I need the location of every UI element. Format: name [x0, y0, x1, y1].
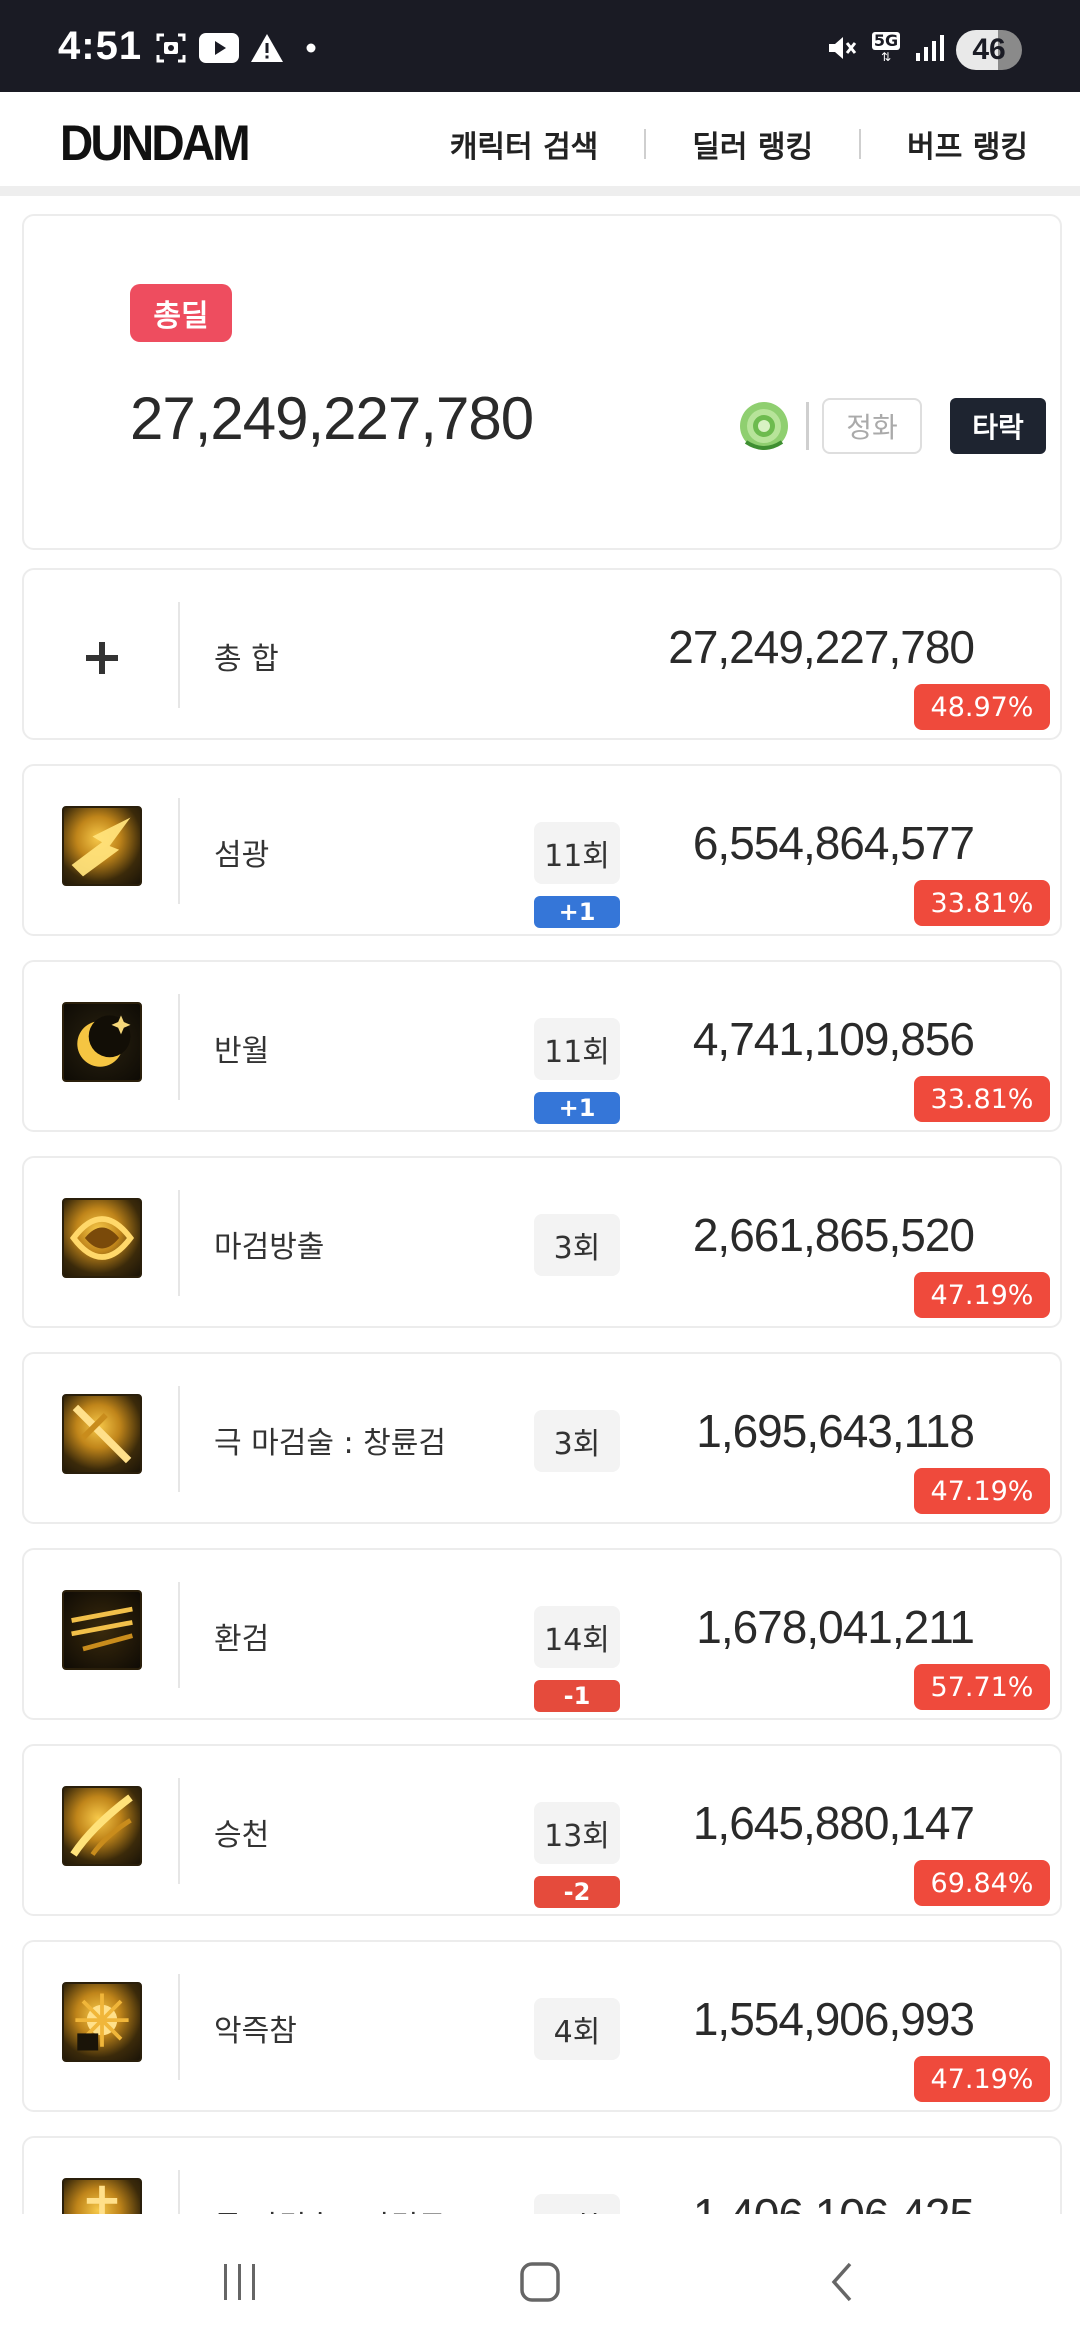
total-damage-card: 총딜 27,249,227,780 정화 타락 [22, 214, 1062, 550]
hit-diff-badge: -2 [534, 1876, 620, 1908]
site-header: DUNDAM 캐릭터 검색 딜러 랭킹 버프 랭킹 [0, 92, 1080, 196]
nav-divider [859, 129, 862, 159]
skill-percent-badge: 47.19% [914, 1272, 1050, 1318]
hit-count: 4회 [534, 1998, 620, 2060]
hit-count: 3회 [534, 1214, 620, 1276]
status-time: 4:51 [58, 24, 143, 68]
hit-count: 4회 [534, 2194, 620, 2214]
network-5g-icon: 5G ⇅ [871, 31, 901, 64]
skill-name: 섬광 [214, 838, 270, 873]
skill-percent-badge: 33.81% [914, 880, 1050, 926]
skill-name: 극 마검술 : 창륜검 [214, 1426, 446, 1461]
hit-diff-badge: +1 [534, 896, 620, 928]
overall-damage: 27,249,227,780 [668, 621, 975, 673]
sword-skill-icon [62, 1394, 142, 1474]
hit-count: 11회 [534, 1018, 620, 1080]
skill-name: 반월 [214, 1034, 270, 1069]
battery-indicator: 46 [956, 30, 1022, 70]
recent-apps-icon[interactable] [210, 2252, 270, 2312]
demon-sword-release-skill-icon [62, 1198, 142, 1278]
row-divider [178, 1778, 180, 1884]
overall-row[interactable]: 총 합 27,249,227,780 48.97% [22, 568, 1062, 740]
row-divider [178, 1386, 180, 1492]
ascension-skill-icon [62, 1786, 142, 1866]
nav-character-search[interactable]: 캐릭터 검색 [450, 122, 598, 166]
skill-damage: 2,661,865,520 [692, 1209, 975, 1261]
mute-icon [824, 30, 858, 66]
nav-divider [644, 129, 647, 159]
hit-count: 3회 [534, 1410, 620, 1472]
skill-damage: 1,406,106,425 [693, 2188, 975, 2214]
main-content[interactable]: 총딜 27,249,227,780 정화 타락 총 합 27,249,227,7… [0, 206, 1080, 2214]
hit-count: 14회 [534, 1606, 620, 1668]
skill-damage: 1,554,906,993 [692, 1993, 975, 2045]
flash-skill-icon [62, 806, 142, 886]
hit-diff-badge: -1 [534, 1680, 620, 1712]
row-divider [178, 1582, 180, 1688]
skill-percent-badge: 69.84% [914, 1860, 1050, 1906]
status-bar: 4:51 5G ⇅ 46 [0, 0, 1080, 92]
skill-name: 승천 [214, 1818, 270, 1853]
nav-buffer-ranking[interactable]: 버프 랭킹 [907, 122, 1028, 166]
skill-damage: 4,741,109,856 [692, 1013, 975, 1065]
evil-slash-skill-icon [62, 1982, 142, 2062]
row-divider [178, 994, 180, 1100]
skill-name: 극 마검술 : 파검무 [214, 2202, 446, 2214]
warning-icon [248, 30, 286, 66]
main-nav: 캐릭터 검색 딜러 랭킹 버프 랭킹 [450, 122, 1028, 166]
skill-row[interactable]: 섬광 11회 +1 6,554,864,577 33.81% [22, 764, 1062, 936]
skill-row[interactable]: 악즉참 4회 1,554,906,993 47.19% [22, 1940, 1062, 2112]
hit-count: 13회 [534, 1802, 620, 1864]
hit-diff-badge: +1 [534, 1092, 620, 1124]
skill-percent-badge: 57.71% [914, 1664, 1050, 1710]
skill-damage: 6,554,864,577 [692, 817, 975, 869]
total-damage-value: 27,249,227,780 [130, 385, 534, 452]
row-divider [178, 798, 180, 904]
hit-count: 11회 [534, 822, 620, 884]
skill-row[interactable]: 극 마검술 : 창륜검 3회 1,695,643,118 47.19% [22, 1352, 1062, 1524]
site-logo[interactable]: DUNDAM [60, 114, 251, 172]
sword-dance-skill-icon [62, 2178, 142, 2214]
row-divider [178, 1974, 180, 2080]
youtube-icon [198, 30, 240, 66]
plus-icon [82, 638, 122, 678]
mode-divider [806, 402, 809, 450]
overall-percent-badge: 48.97% [914, 684, 1050, 730]
skill-row[interactable]: 반월 11회 +1 4,741,109,856 33.81% [22, 960, 1062, 1132]
skill-row[interactable]: 극 마검술 : 파검무 4회 1,406,106,425 [22, 2136, 1062, 2214]
skill-percent-badge: 47.19% [914, 1468, 1050, 1514]
skill-name: 마검방출 [214, 1230, 325, 1265]
phantom-sword-skill-icon [62, 1590, 142, 1670]
row-divider [178, 2170, 180, 2214]
corrupt-button[interactable]: 타락 [950, 398, 1046, 454]
signal-icon [912, 30, 948, 66]
skill-damage: 1,695,643,118 [696, 1405, 975, 1457]
crescent-skill-icon [62, 1002, 142, 1082]
skill-row[interactable]: 환검 14회 -1 1,678,041,211 57.71% [22, 1548, 1062, 1720]
skill-row[interactable]: 승천 13회 -2 1,645,880,147 69.84% [22, 1744, 1062, 1916]
green-rose-icon [736, 396, 792, 456]
purify-button[interactable]: 정화 [822, 398, 922, 454]
back-icon[interactable] [812, 2252, 872, 2312]
skill-name: 악즉참 [214, 2014, 297, 2049]
dot-icon [304, 30, 318, 66]
row-divider [178, 1190, 180, 1296]
home-icon[interactable] [510, 2252, 570, 2312]
skill-row[interactable]: 마검방출 3회 2,661,865,520 47.19% [22, 1156, 1062, 1328]
nav-dealer-ranking[interactable]: 딜러 랭킹 [692, 122, 813, 166]
skill-damage: 1,678,041,211 [696, 1601, 975, 1653]
screenshot-icon [152, 30, 190, 66]
row-divider [178, 602, 180, 708]
total-damage-badge: 총딜 [130, 284, 232, 342]
skill-percent-badge: 47.19% [914, 2056, 1050, 2102]
skill-damage: 1,645,880,147 [692, 1797, 975, 1849]
skill-name: 환검 [214, 1622, 270, 1657]
system-navigation-bar [0, 2214, 1080, 2340]
overall-label: 총 합 [214, 642, 279, 677]
skill-percent-badge: 33.81% [914, 1076, 1050, 1122]
